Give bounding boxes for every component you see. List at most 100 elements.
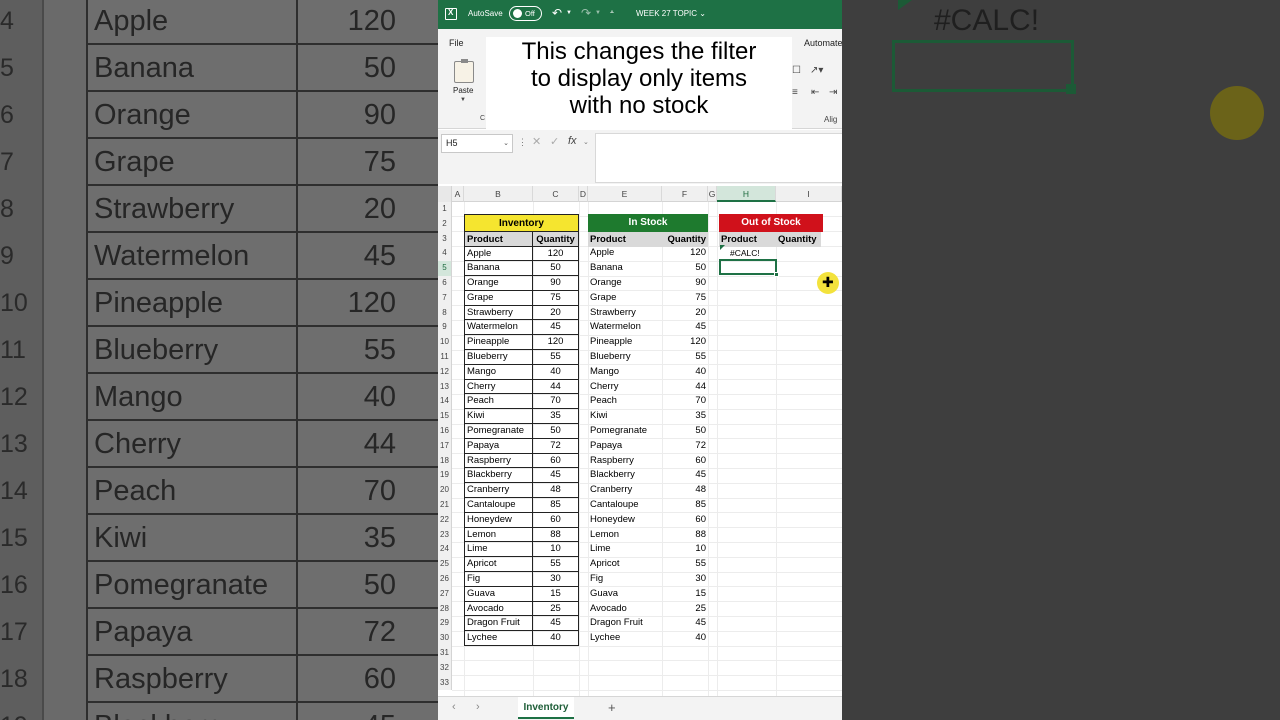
sheet-next-icon[interactable]: › xyxy=(476,701,480,713)
name-box[interactable]: H5 ⌄ xyxy=(441,134,513,153)
in-stock-product-cell[interactable]: Blackberry xyxy=(588,468,662,483)
in-stock-quantity-cell[interactable]: 60 xyxy=(662,454,708,469)
row-header-24[interactable]: 24 xyxy=(438,542,452,558)
inventory-quantity-cell[interactable]: 60 xyxy=(533,453,579,469)
error-indicator-icon[interactable] xyxy=(720,245,725,250)
in-stock-quantity-cell[interactable]: 45 xyxy=(662,616,708,631)
in-stock-product-cell[interactable]: Lychee xyxy=(588,631,662,646)
in-stock-product-cell[interactable]: Kiwi xyxy=(588,409,662,424)
in-stock-quantity-cell[interactable]: 10 xyxy=(662,542,708,557)
row-header-11[interactable]: 11 xyxy=(438,350,452,365)
in-stock-product-cell[interactable]: Pineapple xyxy=(588,335,662,350)
in-stock-product-cell[interactable]: Blueberry xyxy=(588,350,662,365)
inventory-product-cell[interactable]: Lime xyxy=(464,542,533,558)
in-stock-quantity-cell[interactable]: 50 xyxy=(662,261,708,276)
in-stock-quantity-cell[interactable]: 15 xyxy=(662,587,708,602)
inventory-product-cell[interactable]: Cantaloupe xyxy=(464,498,533,513)
row-header-30[interactable]: 30 xyxy=(438,631,452,646)
in-stock-quantity-cell[interactable]: 90 xyxy=(662,276,708,291)
in-stock-product-cell[interactable]: Banana xyxy=(588,261,662,276)
in-stock-quantity-cell[interactable]: 40 xyxy=(662,365,708,380)
document-title[interactable]: WEEK 27 TOPIC ⌄ xyxy=(636,9,706,18)
redo-dropdown-icon[interactable]: ▼ xyxy=(595,10,601,16)
out-of-stock-header-product[interactable]: Product xyxy=(719,231,776,247)
inventory-quantity-cell[interactable]: 85 xyxy=(533,498,579,513)
inventory-product-cell[interactable]: Avocado xyxy=(464,601,533,617)
in-stock-quantity-cell[interactable]: 55 xyxy=(662,350,708,365)
in-stock-quantity-cell[interactable]: 20 xyxy=(662,306,708,321)
in-stock-quantity-cell[interactable]: 120 xyxy=(662,335,708,350)
inventory-quantity-cell[interactable]: 88 xyxy=(533,527,579,543)
paste-button-label[interactable]: Paste xyxy=(453,86,473,95)
inventory-quantity-cell[interactable]: 40 xyxy=(533,364,579,380)
decrease-indent-icon[interactable]: ⇤ xyxy=(811,87,819,98)
sheet-tab-inventory[interactable]: Inventory xyxy=(518,697,574,719)
inventory-quantity-cell[interactable]: 48 xyxy=(533,483,579,498)
inventory-quantity-cell[interactable]: 45 xyxy=(533,320,579,336)
row-header-25[interactable]: 25 xyxy=(438,557,452,572)
in-stock-product-cell[interactable]: Lemon xyxy=(588,528,662,543)
out-of-stock-header-quantity[interactable]: Quantity xyxy=(776,231,821,247)
in-stock-quantity-cell[interactable]: 55 xyxy=(662,557,708,572)
inventory-quantity-cell[interactable]: 35 xyxy=(533,409,579,424)
in-stock-quantity-cell[interactable]: 50 xyxy=(662,424,708,439)
in-stock-quantity-cell[interactable]: 30 xyxy=(662,572,708,587)
add-sheet-button[interactable]: + xyxy=(608,700,616,715)
row-header-4[interactable]: 4 xyxy=(438,246,452,262)
in-stock-product-cell[interactable]: Apple xyxy=(588,246,662,261)
inventory-product-cell[interactable]: Strawberry xyxy=(464,305,533,321)
inventory-product-cell[interactable]: Pomegranate xyxy=(464,424,533,439)
inventory-product-cell[interactable]: Mango xyxy=(464,364,533,380)
inventory-header-product[interactable]: Product xyxy=(464,231,533,247)
inventory-product-cell[interactable]: Kiwi xyxy=(464,409,533,424)
inventory-quantity-cell[interactable]: 75 xyxy=(533,290,579,306)
column-header-h[interactable]: H xyxy=(717,186,776,202)
row-header-31[interactable]: 31 xyxy=(438,646,452,661)
formula-bar-options-icon[interactable]: ⋮ xyxy=(518,137,527,148)
align-justify-icon[interactable]: ≡ xyxy=(792,87,798,98)
paste-icon[interactable] xyxy=(454,59,474,83)
column-header-g[interactable]: G xyxy=(708,186,717,202)
in-stock-quantity-cell[interactable]: 85 xyxy=(662,498,708,513)
cancel-icon[interactable]: ✕ xyxy=(532,135,541,148)
name-box-dropdown-icon[interactable]: ⌄ xyxy=(503,135,509,152)
in-stock-product-cell[interactable]: Orange xyxy=(588,276,662,291)
inventory-product-cell[interactable]: Blackberry xyxy=(464,468,533,484)
in-stock-product-cell[interactable]: Grape xyxy=(588,291,662,306)
inventory-quantity-cell[interactable]: 50 xyxy=(533,424,579,439)
in-stock-product-cell[interactable]: Pomegranate xyxy=(588,424,662,439)
customize-toolbar-icon[interactable]: ⩡ xyxy=(610,9,614,17)
inventory-product-cell[interactable]: Cherry xyxy=(464,379,533,395)
in-stock-product-cell[interactable]: Papaya xyxy=(588,439,662,454)
fill-handle[interactable] xyxy=(774,272,779,277)
inventory-product-cell[interactable]: Honeydew xyxy=(464,512,533,528)
inventory-product-cell[interactable]: Apple xyxy=(464,246,533,262)
row-header-12[interactable]: 12 xyxy=(438,364,452,380)
in-stock-quantity-cell[interactable]: 88 xyxy=(662,528,708,543)
redo-icon[interactable]: ↷ xyxy=(581,6,591,20)
inventory-product-cell[interactable]: Fig xyxy=(464,572,533,587)
in-stock-quantity-cell[interactable]: 75 xyxy=(662,291,708,306)
function-dropdown-icon[interactable]: ⌄ xyxy=(583,138,589,146)
in-stock-product-cell[interactable]: Fig xyxy=(588,572,662,587)
in-stock-product-cell[interactable]: Cranberry xyxy=(588,483,662,498)
in-stock-product-cell[interactable]: Lime xyxy=(588,542,662,557)
in-stock-product-cell[interactable]: Avocado xyxy=(588,602,662,617)
in-stock-product-cell[interactable]: Guava xyxy=(588,587,662,602)
in-stock-product-cell[interactable]: Dragon Fruit xyxy=(588,616,662,631)
in-stock-product-cell[interactable]: Cherry xyxy=(588,380,662,395)
row-header-16[interactable]: 16 xyxy=(438,424,452,439)
in-stock-quantity-cell[interactable]: 40 xyxy=(662,631,708,646)
inventory-product-cell[interactable]: Grape xyxy=(464,290,533,306)
row-header-8[interactable]: 8 xyxy=(438,305,452,321)
in-stock-product-cell[interactable]: Strawberry xyxy=(588,306,662,321)
row-header-10[interactable]: 10 xyxy=(438,335,452,350)
row-header-7[interactable]: 7 xyxy=(438,290,452,306)
row-header-18[interactable]: 18 xyxy=(438,453,452,469)
inventory-quantity-cell[interactable]: 30 xyxy=(533,572,579,587)
inventory-product-cell[interactable]: Cranberry xyxy=(464,483,533,498)
row-header-3[interactable]: 3 xyxy=(438,231,452,247)
selected-cell-h5[interactable] xyxy=(719,259,777,275)
inventory-product-cell[interactable]: Lychee xyxy=(464,631,533,646)
in-stock-product-cell[interactable]: Peach xyxy=(588,394,662,409)
